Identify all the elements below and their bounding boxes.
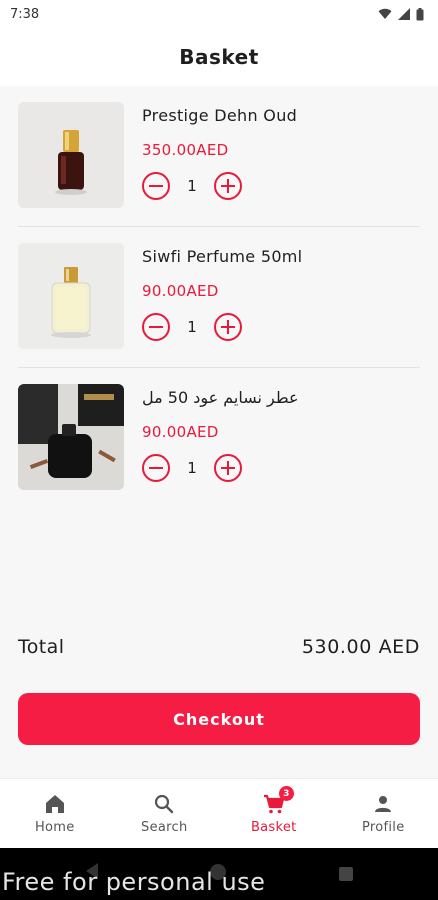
product-image[interactable] (18, 102, 124, 208)
total-row: Total 530.00 AED (18, 636, 420, 658)
watermark-text: Free for personal use (2, 868, 266, 896)
cart-badge: 3 (278, 786, 294, 801)
bottom-navigation: Home Search 3 Basket Profile (0, 778, 438, 848)
black-perfume-box-image (18, 384, 124, 490)
decrease-quantity-button[interactable] (142, 313, 170, 341)
basket-item: Prestige Dehn Oud 350.00AED 1 (18, 86, 420, 227)
person-icon (375, 796, 392, 812)
nav-label: Search (141, 820, 188, 835)
item-name: عطر نسايم عود 50 مل (142, 388, 299, 407)
nav-item-home[interactable]: Home (0, 779, 110, 848)
total-value: 530.00 AED (301, 636, 420, 658)
oud-oil-bottle-image (18, 102, 124, 208)
item-name: Prestige Dehn Oud (142, 106, 298, 125)
decrease-quantity-button[interactable] (142, 172, 170, 200)
perfume-bottle-image (18, 243, 124, 349)
product-image[interactable] (18, 243, 124, 349)
status-time: 7:38 (10, 6, 40, 22)
basket-item: Siwfi Perfume 50ml 90.00AED 1 (18, 227, 420, 368)
battery-icon (416, 7, 424, 20)
basket-item: عطر نسايم عود 50 مل 90.00AED 1 (18, 368, 420, 509)
item-price: 90.00AED (142, 282, 219, 300)
decrease-quantity-button[interactable] (142, 454, 170, 482)
nav-label: Profile (361, 820, 405, 835)
increase-quantity-button[interactable] (214, 172, 242, 200)
recents-icon[interactable] (338, 866, 354, 882)
total-label: Total (18, 636, 65, 658)
nav-item-basket[interactable]: 3 Basket (219, 779, 329, 848)
quantity-value: 1 (187, 318, 197, 336)
quantity-value: 1 (187, 459, 197, 477)
status-bar: 7:38 (0, 0, 438, 28)
app-header: Basket (0, 28, 438, 86)
item-price: 350.00AED (142, 141, 229, 159)
signal-icon (398, 8, 410, 20)
product-image[interactable] (18, 384, 124, 490)
home-icon (45, 795, 64, 813)
item-price: 90.00AED (142, 423, 219, 441)
wifi-icon (378, 8, 392, 19)
checkout-button[interactable]: Checkout (18, 693, 420, 745)
quantity-value: 1 (187, 177, 197, 195)
page-title: Basket (179, 45, 259, 69)
increase-quantity-button[interactable] (214, 313, 242, 341)
quantity-stepper: 1 (142, 313, 242, 341)
cart-icon-wrapper: 3 (262, 786, 294, 816)
nav-label: Home (34, 820, 75, 835)
nav-item-search[interactable]: Search (110, 779, 220, 848)
quantity-stepper: 1 (142, 172, 242, 200)
increase-quantity-button[interactable] (214, 454, 242, 482)
search-icon (155, 794, 174, 814)
item-name: Siwfi Perfume 50ml (142, 247, 303, 266)
quantity-stepper: 1 (142, 454, 242, 482)
status-icons (378, 7, 424, 21)
nav-item-profile[interactable]: Profile (329, 779, 438, 848)
nav-label: Basket (250, 820, 297, 835)
